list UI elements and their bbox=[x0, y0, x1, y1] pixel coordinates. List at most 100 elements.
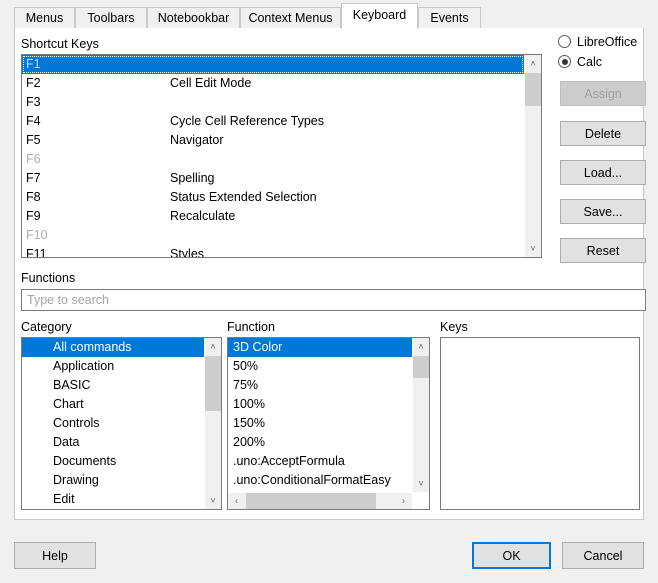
table-row[interactable]: F11 Styles bbox=[22, 245, 524, 258]
tab-menus[interactable]: Menus bbox=[14, 7, 75, 28]
functions-label: Functions bbox=[21, 271, 76, 285]
list-item[interactable]: 200% bbox=[228, 433, 412, 452]
shortcut-keys-rows: F1 F2 Cell Edit Mode F3 F4 Cycle Cell Refe… bbox=[22, 55, 524, 258]
chevron-down-icon: ˅ bbox=[418, 478, 424, 488]
shortcut-key-cell: F6 bbox=[26, 152, 41, 166]
function-vertical-scrollbar[interactable]: ˄ ˅ bbox=[412, 338, 429, 492]
search-input[interactable]: Type to search bbox=[21, 289, 646, 311]
list-item[interactable]: Drawing bbox=[22, 471, 204, 490]
list-item[interactable]: Edit bbox=[22, 490, 204, 509]
list-item[interactable]: All commands bbox=[22, 338, 204, 357]
tab-toolbars[interactable]: Toolbars bbox=[75, 7, 147, 28]
list-item[interactable]: Data bbox=[22, 433, 204, 452]
shortcut-command-cell: Status Extended Selection bbox=[170, 190, 317, 204]
table-row[interactable]: F5 Navigator bbox=[22, 131, 524, 150]
shortcut-key-cell: F5 bbox=[26, 133, 41, 147]
help-button[interactable]: Help bbox=[14, 542, 96, 569]
tab-context-menus-label: Context Menus bbox=[248, 11, 333, 25]
shortcut-key-cell: F3 bbox=[26, 95, 41, 109]
category-vertical-scrollbar[interactable]: ˄ ˅ bbox=[204, 338, 221, 509]
tab-events-label: Events bbox=[430, 11, 469, 25]
chevron-down-icon: ˅ bbox=[530, 243, 536, 253]
tab-keyboard-label: Keyboard bbox=[352, 8, 407, 22]
category-list[interactable]: All commands Application BASIC Chart Con… bbox=[21, 337, 222, 510]
radio-calc[interactable]: Calc bbox=[558, 54, 602, 71]
list-item[interactable]: .uno:AcceptFormula bbox=[228, 452, 412, 471]
chevron-down-icon: ˅ bbox=[210, 495, 216, 505]
category-label: Category bbox=[21, 320, 72, 334]
table-row[interactable]: F8 Status Extended Selection bbox=[22, 188, 524, 207]
shortcut-keys-list[interactable]: F1 F2 Cell Edit Mode F3 F4 Cycle Cell Refe… bbox=[21, 54, 542, 258]
shortcut-command-cell: Styles bbox=[170, 247, 205, 258]
ok-button[interactable]: OK bbox=[472, 542, 551, 569]
cancel-button[interactable]: Cancel bbox=[562, 542, 644, 569]
tab-events[interactable]: Events bbox=[418, 7, 481, 28]
shortcut-command-cell: Recalculate bbox=[170, 209, 236, 223]
scroll-right-arrow[interactable]: › bbox=[395, 493, 412, 509]
scrollbar-thumb[interactable] bbox=[525, 73, 541, 106]
scroll-up-arrow[interactable]: ˄ bbox=[525, 55, 541, 72]
scrollbar-thumb[interactable] bbox=[246, 493, 376, 509]
list-item[interactable]: Application bbox=[22, 357, 204, 376]
help-button-label: Help bbox=[42, 548, 68, 563]
shortcut-keys-vertical-scrollbar[interactable]: ˄ ˅ bbox=[524, 55, 541, 257]
scroll-up-arrow[interactable]: ˄ bbox=[205, 338, 221, 355]
table-row[interactable]: F7 Spelling bbox=[22, 169, 524, 188]
chevron-up-icon: ˄ bbox=[210, 341, 216, 351]
shortcut-key-cell: F1 bbox=[26, 57, 41, 71]
list-item[interactable]: Documents bbox=[22, 452, 204, 471]
list-item[interactable]: BASIC bbox=[22, 376, 204, 395]
list-item[interactable]: Controls bbox=[22, 414, 204, 433]
tab-strip: Menus Toolbars Notebookbar Context Menus… bbox=[0, 0, 658, 29]
keys-list[interactable] bbox=[440, 337, 640, 510]
list-item[interactable]: Chart bbox=[22, 395, 204, 414]
scrollbar-thumb[interactable] bbox=[413, 356, 429, 378]
radio-indicator bbox=[558, 35, 571, 48]
chevron-up-icon: ˄ bbox=[418, 341, 424, 351]
cancel-button-label: Cancel bbox=[583, 548, 623, 563]
scroll-down-arrow[interactable]: ˅ bbox=[205, 492, 221, 509]
scroll-up-arrow[interactable]: ˄ bbox=[413, 338, 429, 355]
list-item[interactable]: 50% bbox=[228, 357, 412, 376]
function-list[interactable]: 3D Color 50% 75% 100% 150% 200% .uno:Acc… bbox=[227, 337, 430, 510]
radio-libreoffice[interactable]: LibreOffice bbox=[558, 34, 637, 51]
list-item[interactable]: .uno:ConditionalFormatEasy bbox=[228, 471, 412, 490]
tab-context-menus[interactable]: Context Menus bbox=[240, 7, 341, 28]
ok-button-label: OK bbox=[502, 548, 521, 563]
table-row[interactable]: F1 bbox=[22, 55, 524, 74]
tab-menus-label: Menus bbox=[25, 11, 64, 25]
keyboard-tab-panel: Shortcut Keys F1 F2 Cell Edit Mode F3 F4 C… bbox=[14, 28, 646, 520]
table-row[interactable]: F10 bbox=[22, 226, 524, 245]
shortcut-command-cell: Navigator bbox=[170, 133, 224, 147]
delete-button-label: Delete bbox=[584, 126, 622, 141]
table-row[interactable]: F4 Cycle Cell Reference Types bbox=[22, 112, 524, 131]
function-horizontal-scrollbar[interactable]: ‹ › bbox=[228, 492, 412, 509]
shortcut-command-cell: Cell Edit Mode bbox=[170, 76, 252, 90]
radio-libreoffice-label: LibreOffice bbox=[577, 35, 638, 49]
list-item[interactable]: 75% bbox=[228, 376, 412, 395]
load-button[interactable]: Load... bbox=[560, 160, 646, 185]
table-row[interactable]: F3 bbox=[22, 93, 524, 112]
scroll-down-arrow[interactable]: ˅ bbox=[413, 475, 429, 492]
scroll-down-arrow[interactable]: ˅ bbox=[525, 240, 541, 257]
tab-keyboard[interactable]: Keyboard bbox=[341, 3, 418, 29]
save-button[interactable]: Save... bbox=[560, 199, 646, 224]
tab-notebookbar[interactable]: Notebookbar bbox=[147, 7, 240, 28]
reset-button[interactable]: Reset bbox=[560, 238, 646, 263]
load-button-label: Load... bbox=[583, 165, 623, 180]
table-row[interactable]: F6 bbox=[22, 150, 524, 169]
list-item[interactable]: 3D Color bbox=[228, 338, 412, 357]
scrollbar-thumb[interactable] bbox=[205, 356, 221, 411]
shortcut-keys-label: Shortcut Keys bbox=[21, 37, 99, 51]
shortcut-key-cell: F8 bbox=[26, 190, 41, 204]
table-row[interactable]: F9 Recalculate bbox=[22, 207, 524, 226]
list-item[interactable]: 150% bbox=[228, 414, 412, 433]
shortcut-key-cell: F2 bbox=[26, 76, 41, 90]
assign-button[interactable]: Assign bbox=[560, 81, 646, 106]
chevron-left-icon: ‹ bbox=[235, 495, 238, 506]
delete-button[interactable]: Delete bbox=[560, 121, 646, 146]
function-label: Function bbox=[227, 320, 275, 334]
table-row[interactable]: F2 Cell Edit Mode bbox=[22, 74, 524, 93]
scroll-left-arrow[interactable]: ‹ bbox=[228, 493, 245, 509]
list-item[interactable]: 100% bbox=[228, 395, 412, 414]
